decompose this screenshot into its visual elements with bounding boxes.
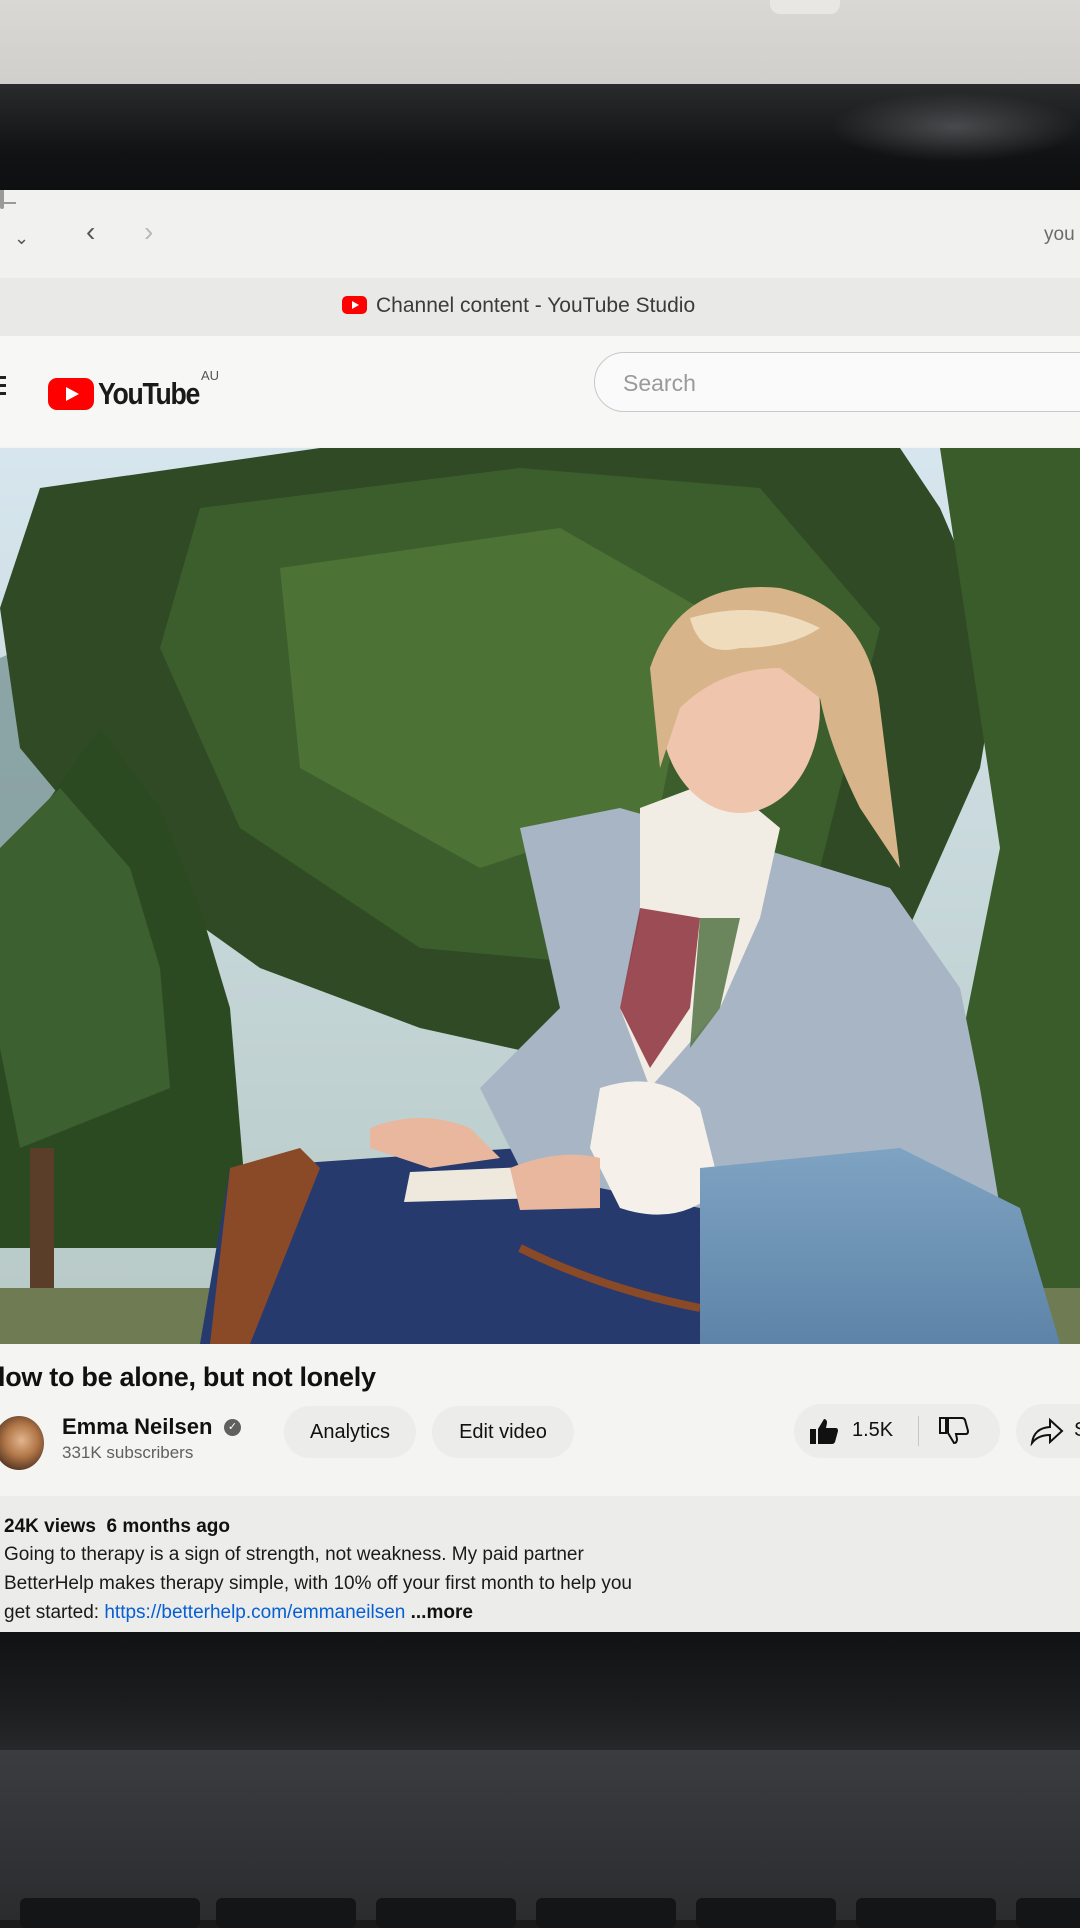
description-line: Going to therapy is a sign of strength, … <box>4 1544 584 1565</box>
bezel-reflection <box>830 92 1080 162</box>
video-title: low to be alone, but not lonely <box>0 1362 376 1392</box>
view-stats: 24K views 6 months ago <box>4 1516 230 1538</box>
tab-title[interactable]: Channel content - YouTube Studio <box>376 294 695 318</box>
youtube-logo-icon[interactable] <box>48 378 94 410</box>
description-line: BetterHelp makes therapy simple, with 10… <box>4 1573 633 1594</box>
thumbs-up-icon[interactable] <box>808 1416 840 1446</box>
background-wall <box>0 0 1080 92</box>
youtube-logo-text[interactable]: YouTube <box>98 376 200 412</box>
youtube-favicon-icon <box>342 296 367 314</box>
video-player[interactable] <box>0 448 1080 1344</box>
description-prefix: get started: <box>4 1602 105 1623</box>
sponsor-link[interactable]: https://betterhelp.com/emmaneilsen <box>104 1602 405 1623</box>
keyboard-key <box>216 1898 356 1928</box>
wall-fixture <box>770 0 840 14</box>
keyboard-key <box>696 1898 836 1928</box>
avatar[interactable] <box>0 1416 44 1470</box>
share-icon <box>1030 1417 1064 1446</box>
region-code: AU <box>201 368 220 383</box>
verified-badge-icon: ✓ <box>224 1419 241 1436</box>
video-frame-image <box>0 448 1080 1344</box>
reader-icon[interactable] <box>0 190 4 209</box>
view-count: 24K views <box>4 1516 96 1537</box>
like-count[interactable]: 1.5K <box>852 1419 893 1442</box>
chevron-left-icon[interactable]: ‹ <box>86 212 95 252</box>
chevron-right-icon[interactable]: › <box>144 212 153 252</box>
chevron-down-icon[interactable]: ⌄ <box>14 218 29 258</box>
upload-age: 6 months ago <box>106 1516 230 1537</box>
thumbs-down-icon[interactable] <box>938 1416 970 1446</box>
laptop-bezel-bottom <box>0 1632 1080 1752</box>
channel-name[interactable]: Emma Neilsen <box>62 1414 212 1440</box>
like-dislike-group: 1.5K <box>794 1404 1000 1458</box>
edit-video-button[interactable]: Edit video <box>432 1406 574 1458</box>
keyboard-key <box>1016 1898 1080 1928</box>
subscriber-count: 331K subscribers <box>62 1443 194 1462</box>
more-link[interactable]: ...more <box>411 1602 473 1623</box>
tab-bar: Channel content - YouTube Studio <box>0 278 1080 337</box>
analytics-button[interactable]: Analytics <box>284 1406 416 1458</box>
like-divider <box>918 1416 919 1446</box>
share-label: S <box>1074 1419 1080 1442</box>
keyboard-key <box>20 1898 200 1928</box>
search-box[interactable] <box>594 352 1080 412</box>
search-input[interactable] <box>621 367 1025 399</box>
keyboard-key <box>376 1898 516 1928</box>
description-line: get started: https://betterhelp.com/emma… <box>4 1602 473 1624</box>
browser-toolbar: ⌄ ‹ › you <box>0 190 1080 279</box>
address-bar-text[interactable]: you <box>1044 224 1075 246</box>
share-button[interactable]: S <box>1016 1404 1080 1458</box>
keyboard-key <box>856 1898 996 1928</box>
laptop-keyboard-deck <box>0 1750 1080 1920</box>
menu-icon[interactable] <box>0 376 6 398</box>
keyboard-key <box>536 1898 676 1928</box>
